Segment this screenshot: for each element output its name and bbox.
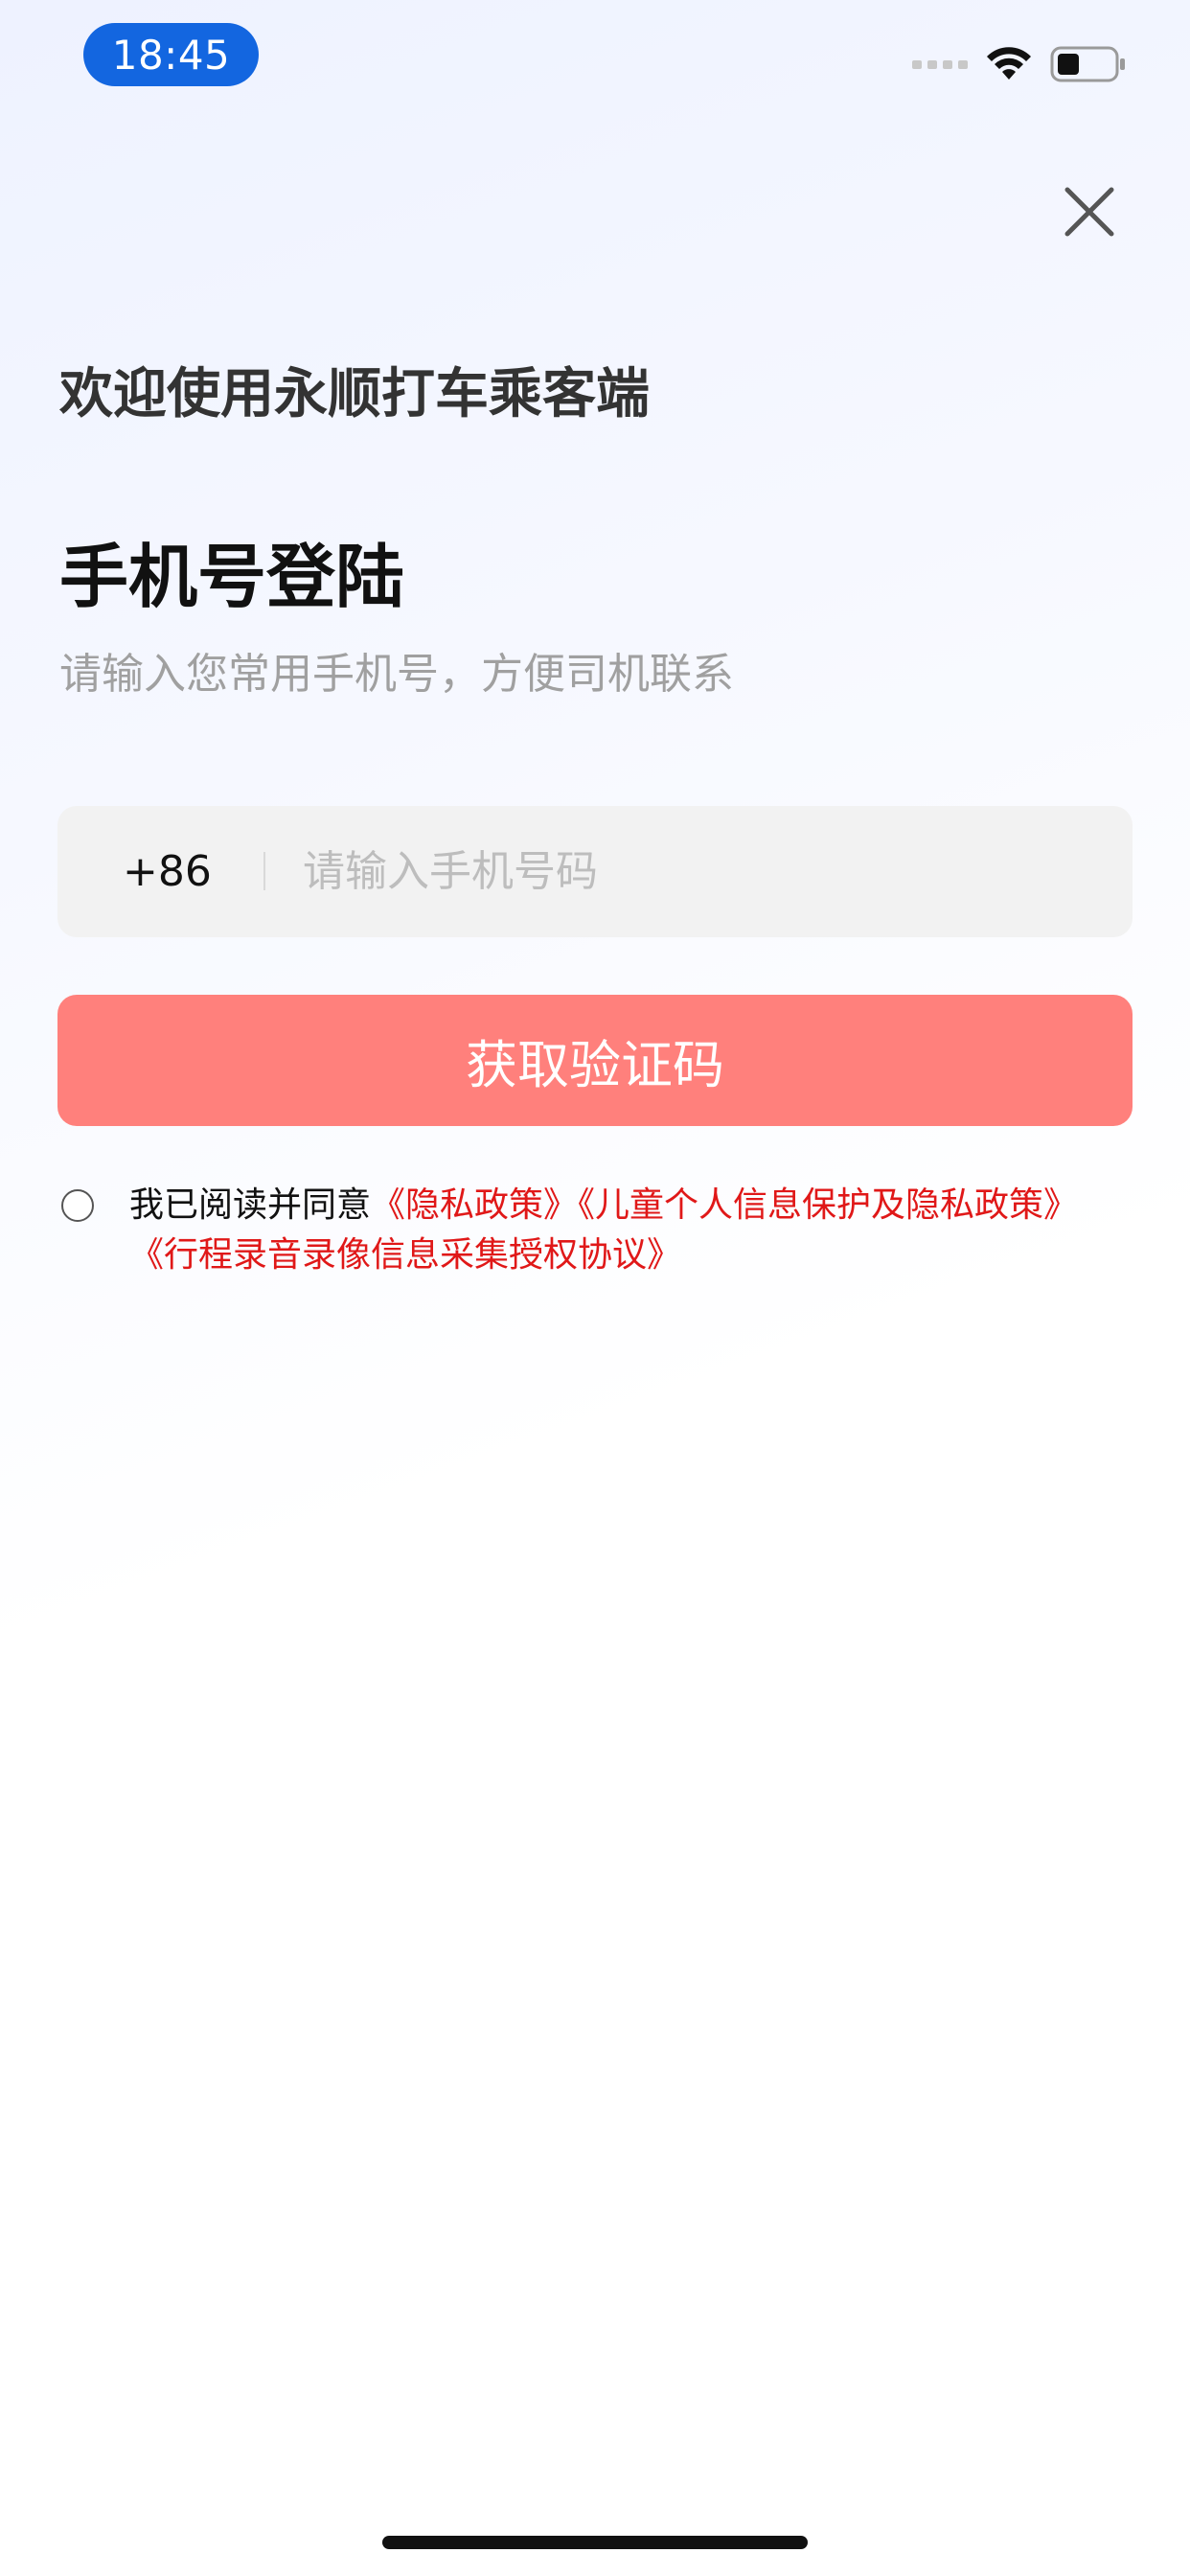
- page-subtitle: 请输入您常用手机号，方便司机联系: [59, 650, 734, 699]
- phone-input[interactable]: [303, 806, 1108, 937]
- trip-recording-agreement-link[interactable]: 《行程录音录像信息采集授权协议》: [129, 1235, 681, 1275]
- agreement-radio[interactable]: [61, 1189, 94, 1222]
- child-privacy-policy-link[interactable]: 《儿童个人信息保护及隐私政策》: [578, 1185, 1078, 1225]
- privacy-policy-link[interactable]: 《隐私政策》: [371, 1185, 578, 1225]
- welcome-text: 欢迎使用永顺打车乘客端: [59, 363, 650, 426]
- login-screen: 18:45 欢迎使用永顺打车乘客端 手机号登陆 请输入您常用手机号，方便司机联系…: [0, 0, 1190, 2576]
- status-icons: [912, 42, 1127, 86]
- close-icon[interactable]: [1064, 186, 1115, 238]
- country-code[interactable]: +86: [123, 806, 212, 937]
- status-time: 18:45: [83, 23, 259, 86]
- page-title: 手机号登陆: [59, 537, 405, 617]
- input-divider: [263, 852, 265, 890]
- get-code-button[interactable]: 获取验证码: [57, 995, 1133, 1126]
- home-indicator[interactable]: [382, 2536, 808, 2549]
- wifi-icon: [987, 47, 1031, 80]
- agreement-text: 我已阅读并同意《隐私政策》《儿童个人信息保护及隐私政策》《行程录音录像信息采集授…: [129, 1181, 1135, 1280]
- battery-icon: [1050, 46, 1125, 82]
- phone-input-box: +86: [57, 806, 1133, 937]
- agreement-prefix: 我已阅读并同意: [129, 1185, 372, 1225]
- signal-icon: [912, 60, 968, 69]
